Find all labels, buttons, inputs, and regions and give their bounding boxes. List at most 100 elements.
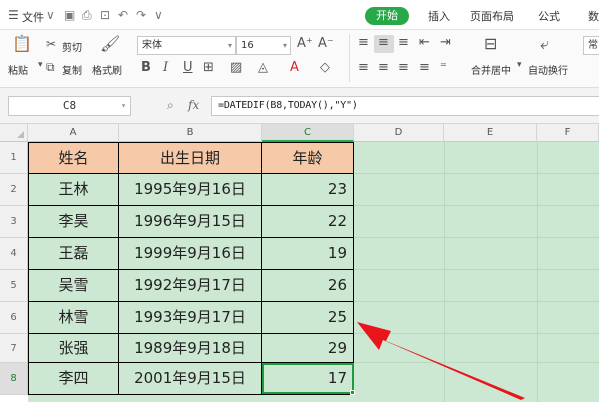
- table-cell[interactable]: 王磊: [28, 238, 119, 270]
- format-painter-button[interactable]: 格式刷: [92, 62, 122, 77]
- print-preview-icon[interactable]: ⊡: [100, 8, 110, 22]
- table-cell[interactable]: 1992年9月17日: [119, 270, 262, 302]
- row-header-6[interactable]: 6: [0, 302, 28, 334]
- chevron-down-icon[interactable]: ▾: [517, 60, 522, 70]
- row-header-1[interactable]: 1: [0, 142, 28, 174]
- row-header-4[interactable]: 4: [0, 238, 28, 270]
- scissors-icon[interactable]: ✂: [46, 37, 56, 51]
- row-header-3[interactable]: 3: [0, 206, 28, 238]
- ribbon-toolbar: 📋 粘贴 ▾ ✂ 剪切 ⧉ 复制 🖌 格式刷 宋体 ▾ 16 ▾ A⁺ A⁻ B…: [0, 30, 599, 88]
- table-cell[interactable]: 1999年9月16日: [119, 238, 262, 270]
- paste-icon[interactable]: 📋: [12, 34, 32, 53]
- align-top-icon[interactable]: ≡: [358, 35, 369, 50]
- table-cell[interactable]: 吴雪: [28, 270, 119, 302]
- format-painter-icon[interactable]: 🖌: [100, 34, 120, 53]
- table-cell[interactable]: 1995年9月16日: [119, 174, 262, 206]
- table-cell[interactable]: 29: [262, 334, 354, 363]
- table-cell[interactable]: 李四: [28, 363, 119, 395]
- column-header-d[interactable]: D: [354, 124, 444, 142]
- redo-icon[interactable]: ↷: [136, 8, 146, 22]
- table-header-cell[interactable]: 年龄: [262, 142, 354, 174]
- borders-icon[interactable]: ⊞: [203, 60, 214, 75]
- row-header-8[interactable]: 8: [0, 363, 28, 395]
- table-cell[interactable]: 1993年9月17日: [119, 302, 262, 334]
- file-menu[interactable]: 文件: [22, 9, 44, 25]
- align-bottom-icon[interactable]: ≡: [398, 35, 409, 50]
- column-header-e[interactable]: E: [444, 124, 537, 142]
- cut-button[interactable]: 剪切: [62, 39, 82, 54]
- align-right-icon[interactable]: ≡: [398, 60, 409, 75]
- italic-icon[interactable]: I: [163, 60, 168, 75]
- fill-handle[interactable]: [350, 390, 355, 395]
- column-header-b[interactable]: B: [119, 124, 262, 142]
- align-center-icon[interactable]: ≡: [378, 60, 389, 75]
- column-header-a[interactable]: A: [28, 124, 119, 142]
- number-format-select[interactable]: 常: [583, 36, 599, 55]
- chevron-down-icon[interactable]: ▾: [38, 60, 43, 70]
- table-cell[interactable]: 23: [262, 174, 354, 206]
- save-icon[interactable]: ▣: [64, 8, 75, 22]
- tab-data[interactable]: 数: [588, 8, 599, 24]
- distributed-icon[interactable]: ⁼: [440, 60, 447, 75]
- row-header-7[interactable]: 7: [0, 334, 28, 363]
- font-color-icon[interactable]: A: [290, 60, 299, 75]
- indent-decrease-icon[interactable]: ⇤: [419, 35, 430, 50]
- align-middle-icon[interactable]: ≡: [378, 35, 389, 50]
- column-header-c[interactable]: C: [262, 124, 354, 142]
- menu-icon[interactable]: ☰: [8, 8, 19, 22]
- merge-center-icon[interactable]: ⊟: [484, 34, 497, 53]
- gridline: [354, 301, 599, 302]
- table-cell[interactable]: 22: [262, 206, 354, 238]
- font-name-select[interactable]: 宋体 ▾: [137, 36, 236, 55]
- row-header-5[interactable]: 5: [0, 270, 28, 302]
- print-icon[interactable]: ⎙: [82, 8, 92, 23]
- paste-button[interactable]: 粘贴: [8, 62, 28, 77]
- increase-font-icon[interactable]: A⁺: [297, 36, 313, 51]
- copy-button[interactable]: 复制: [62, 62, 82, 77]
- copy-icon[interactable]: ⧉: [46, 60, 55, 75]
- row-header-2[interactable]: 2: [0, 174, 28, 206]
- select-all-corner[interactable]: [0, 124, 28, 142]
- table-cell[interactable]: 1989年9月18日: [119, 334, 262, 363]
- wrap-text-button[interactable]: 自动换行: [528, 62, 568, 77]
- table-cell[interactable]: 1996年9月15日: [119, 206, 262, 238]
- name-box[interactable]: C8 ▾: [8, 96, 131, 116]
- column-header-f[interactable]: F: [537, 124, 599, 142]
- divider: [349, 34, 350, 82]
- tab-page-layout[interactable]: 页面布局: [470, 8, 514, 24]
- chevron-down-icon[interactable]: ∨: [154, 8, 163, 22]
- table-cell[interactable]: 林雪: [28, 302, 119, 334]
- gridline: [354, 237, 599, 238]
- tab-formulas[interactable]: 公式: [538, 8, 560, 24]
- decrease-font-icon[interactable]: A⁻: [318, 36, 334, 51]
- fill-color-icon[interactable]: ◬: [258, 60, 268, 75]
- align-left-icon[interactable]: ≡: [358, 60, 369, 75]
- table-cell[interactable]: 李昊: [28, 206, 119, 238]
- bold-icon[interactable]: B: [141, 60, 151, 75]
- tab-home[interactable]: 开始: [365, 7, 409, 25]
- underline-icon[interactable]: U: [183, 60, 193, 75]
- wrap-text-icon[interactable]: ⤶: [540, 34, 549, 54]
- tab-insert[interactable]: 插入: [428, 8, 450, 24]
- zoom-icon[interactable]: ⌕: [167, 98, 174, 113]
- justify-icon[interactable]: ≡: [419, 60, 430, 75]
- chevron-down-icon: ▾: [121, 101, 126, 110]
- fx-icon[interactable]: fx: [188, 98, 199, 112]
- fill-pattern-icon[interactable]: ▨: [230, 60, 242, 75]
- table-cell[interactable]: 张强: [28, 334, 119, 363]
- clear-format-icon[interactable]: ◇: [320, 60, 330, 75]
- indent-increase-icon[interactable]: ⇥: [440, 35, 451, 50]
- table-header-cell[interactable]: 出生日期: [119, 142, 262, 174]
- name-box-value: C8: [62, 99, 77, 112]
- table-cell[interactable]: 2001年9月15日: [119, 363, 262, 395]
- table-cell[interactable]: 19: [262, 238, 354, 270]
- table-cell[interactable]: 25: [262, 302, 354, 334]
- table-cell[interactable]: 王林: [28, 174, 119, 206]
- table-header-cell[interactable]: 姓名: [28, 142, 119, 174]
- merge-center-button[interactable]: 合并居中: [471, 62, 511, 77]
- undo-icon[interactable]: ↶: [118, 8, 128, 22]
- formula-input[interactable]: =DATEDIF(B8,TODAY(),"Y"): [211, 96, 599, 116]
- chevron-down-icon[interactable]: ∨: [46, 8, 55, 22]
- font-size-select[interactable]: 16 ▾: [236, 36, 291, 55]
- table-cell[interactable]: 26: [262, 270, 354, 302]
